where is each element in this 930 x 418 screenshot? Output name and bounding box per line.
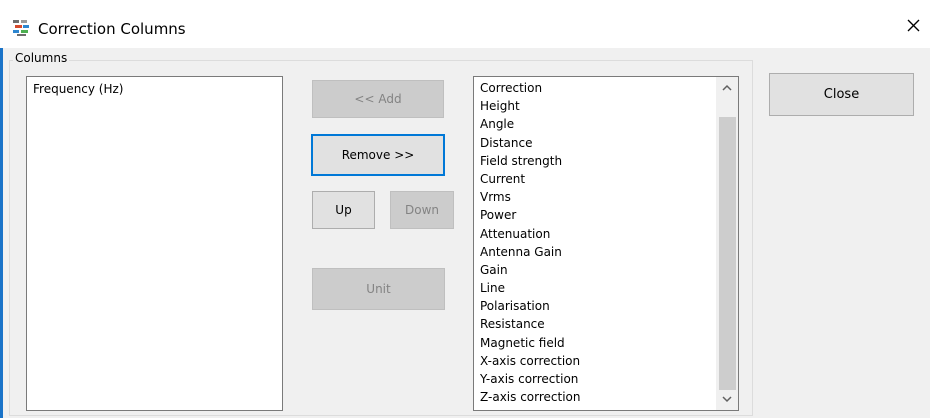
- unit-button[interactable]: Unit: [312, 268, 445, 310]
- list-item[interactable]: Field strength: [474, 153, 713, 171]
- scrollbar-thumb[interactable]: [719, 117, 736, 390]
- list-item[interactable]: Antenna Gain: [474, 244, 713, 262]
- scroll-down-icon[interactable]: [716, 388, 738, 410]
- close-button[interactable]: Close: [769, 73, 914, 116]
- columns-group-label: Columns: [13, 51, 70, 65]
- list-item[interactable]: Gain: [474, 262, 713, 280]
- title-bar: Correction Columns: [0, 0, 930, 48]
- list-item[interactable]: Magnetic field: [474, 335, 713, 353]
- add-button[interactable]: << Add: [312, 80, 444, 118]
- remove-button[interactable]: Remove >>: [311, 134, 445, 176]
- selected-columns-list[interactable]: Frequency (Hz): [26, 76, 283, 411]
- list-item[interactable]: Distance: [474, 135, 713, 153]
- list-item[interactable]: Z-axis correction: [474, 389, 713, 407]
- list-item[interactable]: Angle: [474, 116, 713, 134]
- list-item[interactable]: Vrms: [474, 189, 713, 207]
- available-columns-list[interactable]: Correction Height Angle Distance Field s…: [473, 76, 739, 411]
- list-item[interactable]: Y-axis correction: [474, 371, 713, 389]
- list-item[interactable]: Frequency (Hz): [27, 80, 282, 98]
- list-item[interactable]: X-axis correction: [474, 353, 713, 371]
- list-item[interactable]: Resistance: [474, 316, 713, 334]
- list-item[interactable]: Line: [474, 280, 713, 298]
- window-title: Correction Columns: [38, 20, 186, 38]
- move-up-button[interactable]: Up: [312, 191, 375, 229]
- list-item[interactable]: Power: [474, 207, 713, 225]
- list-item[interactable]: Current: [474, 171, 713, 189]
- list-item[interactable]: Height: [474, 98, 713, 116]
- app-columns-icon: [13, 20, 29, 36]
- list-item[interactable]: Correction: [474, 80, 713, 98]
- move-down-button[interactable]: Down: [390, 191, 454, 229]
- list-item[interactable]: Polarisation: [474, 298, 713, 316]
- vertical-scrollbar[interactable]: [716, 77, 738, 410]
- scroll-up-icon[interactable]: [716, 77, 738, 99]
- close-icon[interactable]: [903, 15, 923, 35]
- list-item[interactable]: Attenuation: [474, 226, 713, 244]
